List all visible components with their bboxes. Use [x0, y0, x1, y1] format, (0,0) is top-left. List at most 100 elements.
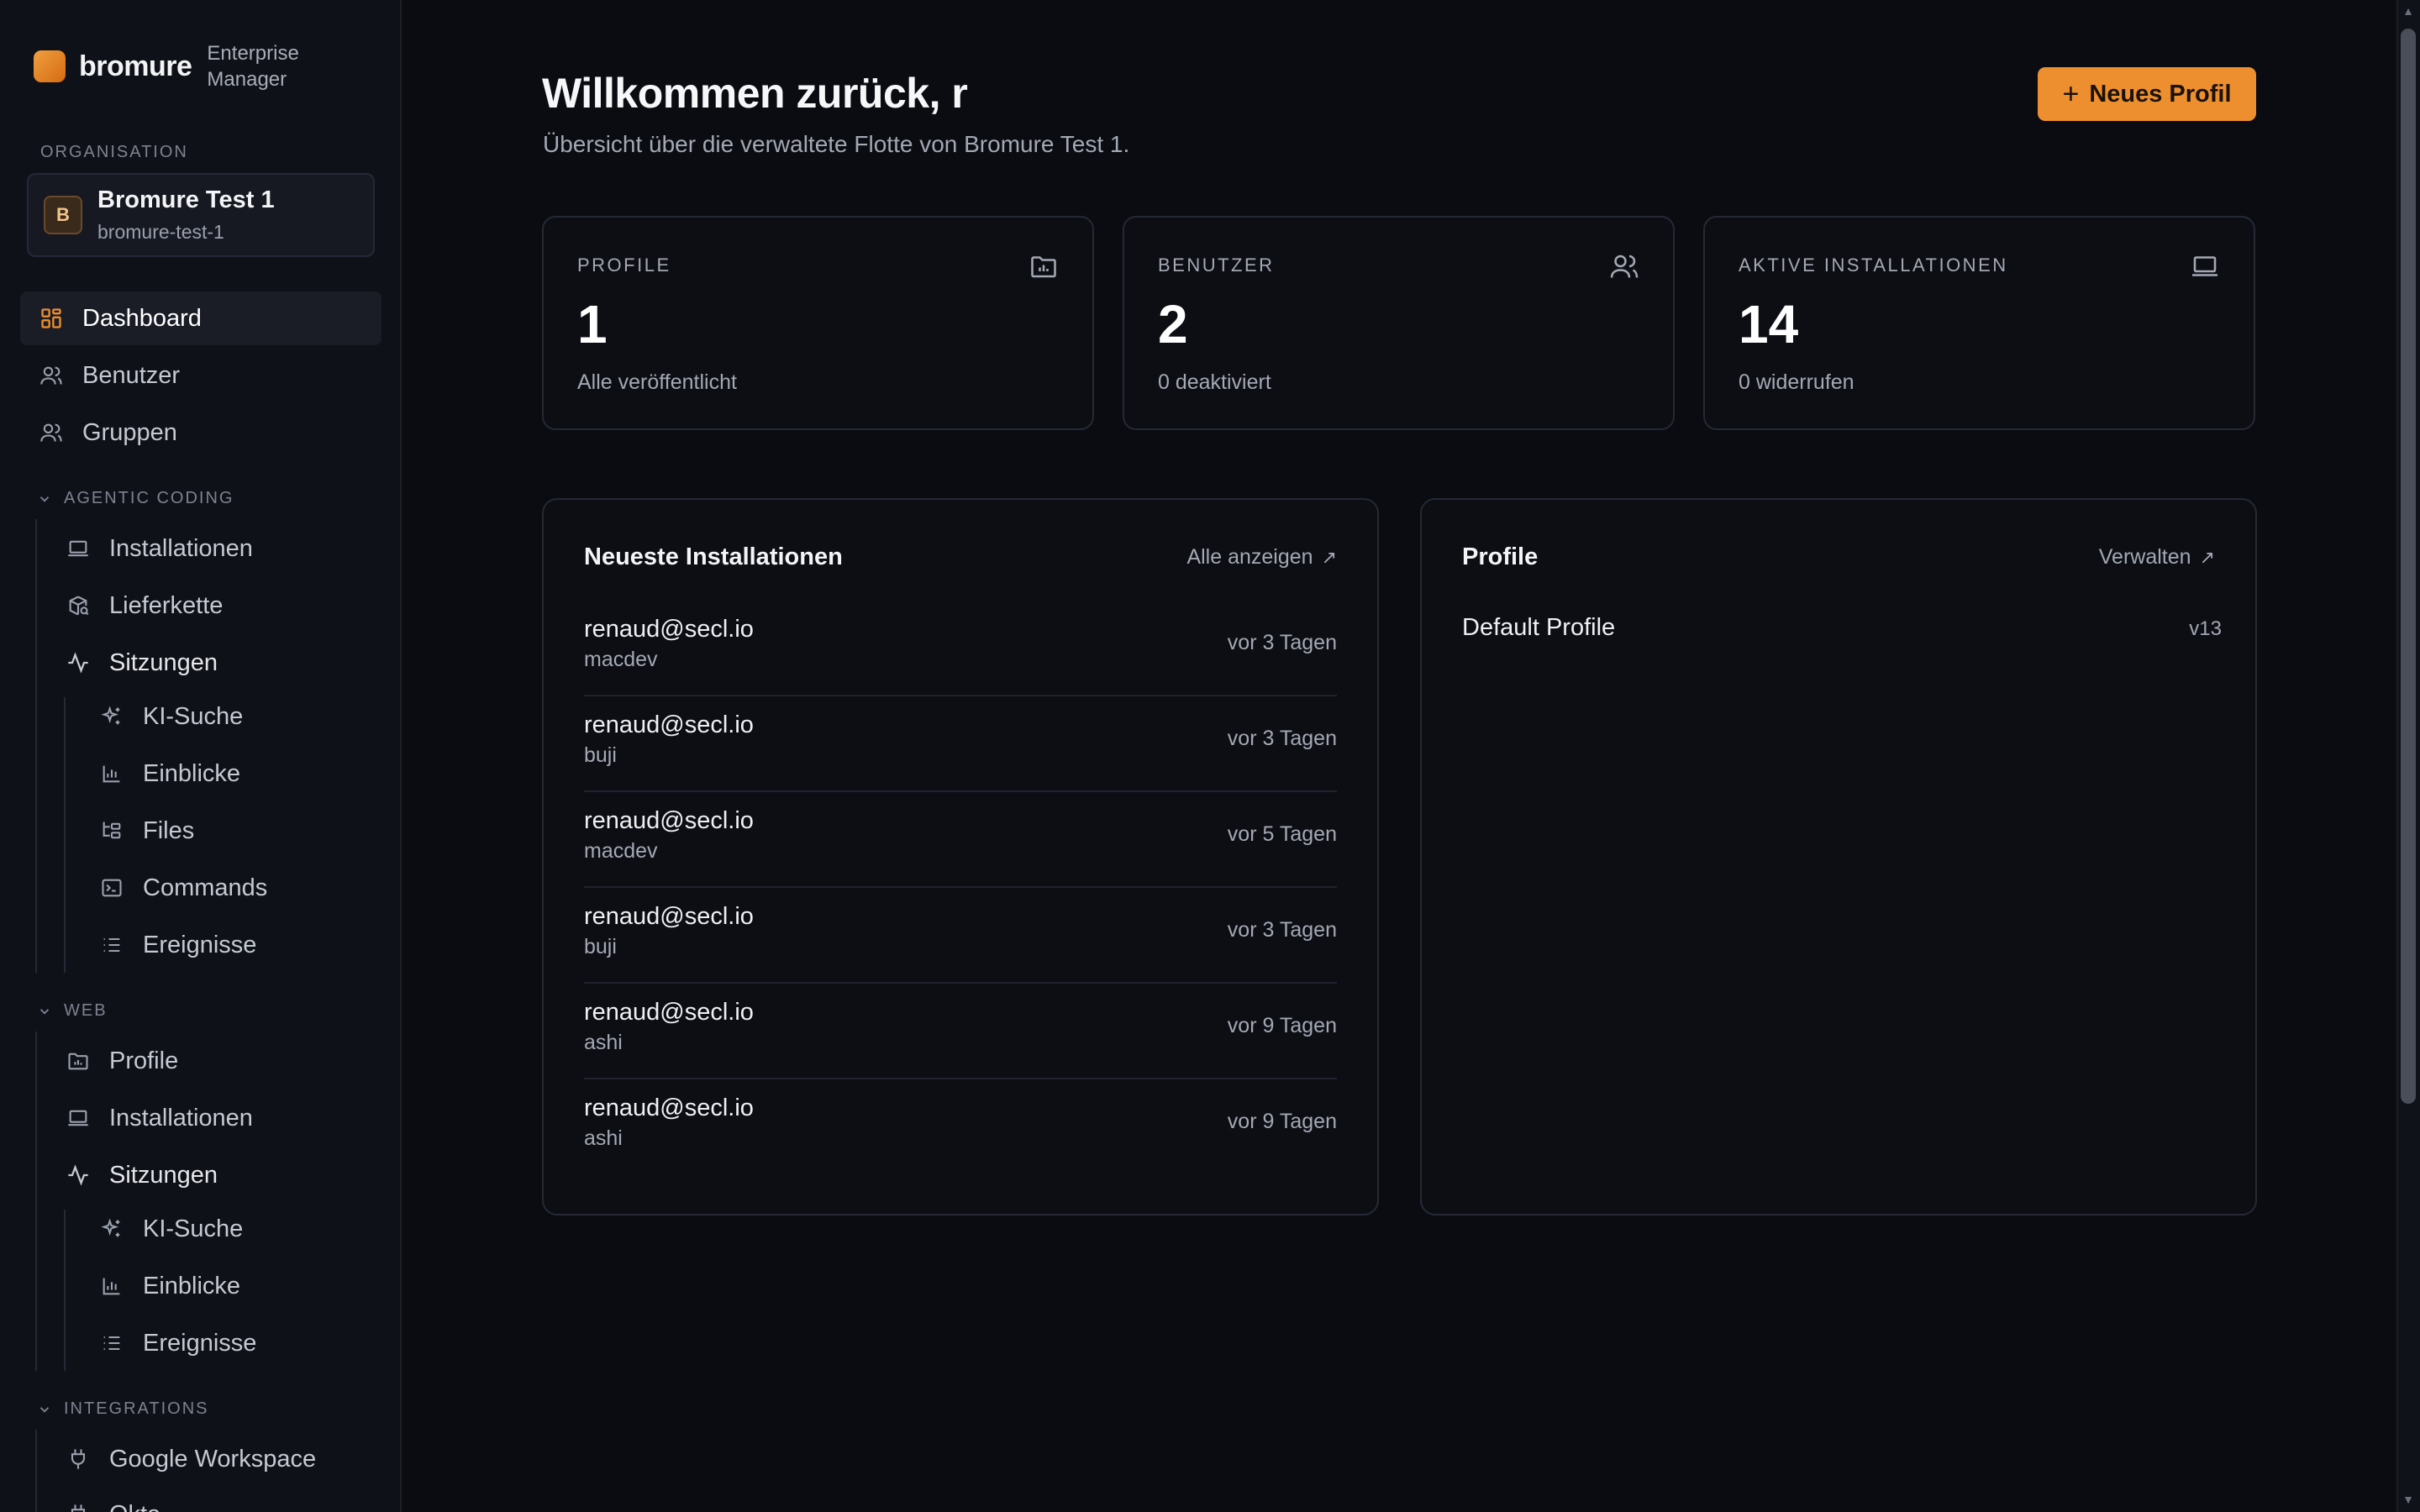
brand[interactable]: bromure Enterprise Manager — [34, 40, 316, 92]
installation-row[interactable]: renaud@secl.io buji vor 3 Tagen — [584, 888, 1337, 984]
scroll-up-arrow-icon[interactable]: ▲ — [2402, 5, 2415, 17]
package-search-icon — [66, 593, 91, 618]
stat-value: 14 — [1739, 294, 1799, 354]
tree-line-sub — [64, 697, 66, 973]
row-email: renaud@secl.io — [584, 711, 754, 738]
bar-chart-icon — [99, 761, 124, 786]
nav-web-events-label: Ereignisse — [143, 1329, 257, 1357]
row-host: macdev — [584, 648, 658, 671]
page-title: Willkommen zurück, r — [542, 70, 968, 117]
laptop-icon — [2190, 251, 2220, 281]
row-time: vor 9 Tagen — [1227, 1014, 1337, 1037]
profile-row[interactable]: Default Profile v13 — [1462, 614, 2222, 642]
installation-row[interactable]: renaud@secl.io buji vor 3 Tagen — [584, 696, 1337, 792]
brand-subtitle: Enterprise Manager — [207, 42, 299, 91]
nav-web-installations[interactable]: Installationen — [66, 1104, 253, 1132]
nav-agentic-sessions[interactable]: Sitzungen — [66, 648, 218, 677]
nav-web-events[interactable]: Ereignisse — [99, 1329, 256, 1357]
row-email: renaud@secl.io — [584, 807, 754, 834]
bar-chart-icon — [99, 1273, 124, 1299]
section-integrations-label: INTEGRATIONS — [64, 1399, 209, 1418]
installation-row[interactable]: renaud@secl.io macdev vor 5 Tagen — [584, 792, 1337, 888]
row-host: macdev — [584, 839, 658, 863]
groups-icon — [39, 420, 64, 445]
nav-web-ai-search-label: KI-Suche — [143, 1215, 244, 1242]
installation-row[interactable]: renaud@secl.io ashi vor 9 Tagen — [584, 984, 1337, 1079]
nav-dashboard[interactable]: Dashboard — [20, 291, 381, 345]
brand-logo — [34, 50, 66, 82]
new-profile-button[interactable]: + Neues Profil — [2038, 67, 2256, 121]
installation-row[interactable]: renaud@secl.io ashi vor 9 Tagen — [584, 1079, 1337, 1175]
sparkles-icon — [99, 704, 124, 729]
nav-agentic-files[interactable]: Files — [99, 816, 194, 845]
section-agentic-coding[interactable]: AGENTIC CODING — [37, 489, 234, 508]
activity-icon — [66, 650, 91, 675]
nav-dashboard-label: Dashboard — [82, 304, 202, 332]
nav-next-integration[interactable]: Okta — [66, 1500, 160, 1512]
nav-agentic-installations-label: Installationen — [109, 534, 253, 562]
terminal-icon — [99, 875, 124, 900]
nav-web-ai-search[interactable]: KI-Suche — [99, 1215, 243, 1243]
row-time: vor 3 Tagen — [1227, 918, 1337, 942]
nav-google-workspace[interactable]: Google Workspace — [66, 1445, 316, 1473]
section-web-label: WEB — [64, 1001, 108, 1020]
arrow-up-right-icon: ↗ — [1321, 546, 1337, 568]
list-icon — [99, 932, 124, 958]
nav-web-insights[interactable]: Einblicke — [99, 1272, 240, 1300]
nav-web-profiles[interactable]: Profile — [66, 1047, 178, 1075]
nav-agentic-events[interactable]: Ereignisse — [99, 931, 256, 959]
profiles-panel: Profile Verwalten ↗ Default Profile v13 — [1420, 498, 2257, 1215]
manage-link[interactable]: Verwalten ↗ — [2099, 545, 2215, 570]
activity-icon — [66, 1163, 91, 1188]
nav-agentic-insights[interactable]: Einblicke — [99, 759, 240, 788]
section-integrations[interactable]: INTEGRATIONS — [37, 1399, 209, 1419]
show-all-link[interactable]: Alle anzeigen ↗ — [1186, 545, 1337, 570]
panel-title: Neueste Installationen — [584, 543, 843, 570]
stat-card-active-installations: AKTIVE INSTALLATIONEN 14 0 widerrufen — [1703, 216, 2255, 430]
stat-note: 0 deaktiviert — [1158, 370, 1271, 394]
folder-tree-icon — [99, 818, 124, 843]
stat-label: PROFILE — [577, 255, 671, 276]
profile-version: v13 — [2189, 617, 2222, 640]
folder-chart-icon — [1028, 251, 1059, 281]
nav-users[interactable]: Benutzer — [39, 361, 180, 390]
nav-supply-chain[interactable]: Lieferkette — [66, 591, 223, 620]
scrollbar-thumb[interactable] — [2401, 29, 2416, 1104]
org-slug: bromure-test-1 — [97, 221, 224, 243]
nav-web-installations-label: Installationen — [109, 1104, 253, 1131]
nav-web-insights-label: Einblicke — [143, 1272, 241, 1299]
stat-label: BENUTZER — [1158, 255, 1275, 276]
chevron-down-icon — [39, 1406, 50, 1413]
tree-line-sub — [64, 1210, 66, 1371]
tree-line — [35, 519, 37, 973]
nav-groups[interactable]: Gruppen — [39, 418, 177, 447]
users-icon — [39, 363, 64, 388]
sparkles-icon — [99, 1216, 124, 1242]
nav-next-integration-label: Okta — [109, 1501, 160, 1512]
nav-web-sessions-label: Sitzungen — [109, 1161, 218, 1189]
stat-label: AKTIVE INSTALLATIONEN — [1739, 255, 2008, 276]
row-email: renaud@secl.io — [584, 1095, 754, 1121]
new-profile-label: Neues Profil — [2089, 80, 2232, 108]
nav-web-sessions[interactable]: Sitzungen — [66, 1161, 218, 1189]
list-icon — [99, 1331, 124, 1356]
panel-title: Profile — [1462, 543, 1539, 570]
org-name: Bromure Test 1 — [97, 186, 275, 213]
org-switcher[interactable]: B Bromure Test 1 bromure-test-1 — [27, 173, 375, 257]
nav-users-label: Benutzer — [82, 361, 181, 389]
arrow-up-right-icon: ↗ — [2199, 546, 2215, 568]
scroll-down-arrow-icon[interactable]: ▼ — [2402, 1494, 2415, 1505]
users-icon — [1609, 251, 1639, 281]
nav-groups-label: Gruppen — [82, 418, 177, 446]
nav-agentic-sessions-label: Sitzungen — [109, 648, 218, 676]
nav-agentic-commands[interactable]: Commands — [99, 874, 267, 902]
nav-agentic-insights-label: Einblicke — [143, 759, 241, 787]
nav-agentic-ai-search[interactable]: KI-Suche — [99, 702, 243, 731]
tree-line — [35, 1430, 37, 1512]
nav-agentic-installations[interactable]: Installationen — [66, 534, 253, 563]
nav-agentic-files-label: Files — [143, 816, 195, 844]
installation-row[interactable]: renaud@secl.io macdev vor 3 Tagen — [584, 601, 1337, 696]
nav-supply-chain-label: Lieferkette — [109, 591, 224, 619]
section-web[interactable]: WEB — [37, 1001, 108, 1021]
laptop-icon — [66, 536, 91, 561]
